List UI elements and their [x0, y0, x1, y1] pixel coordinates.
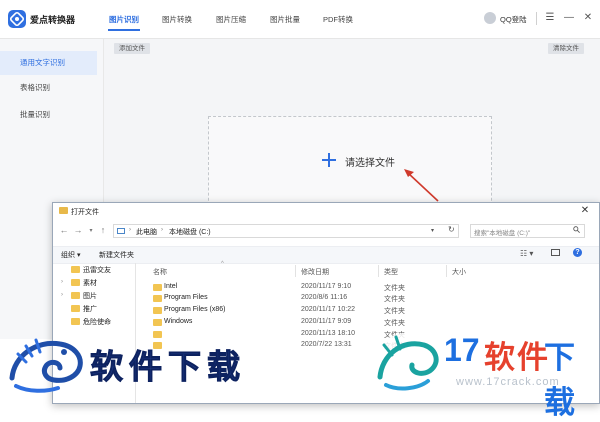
choose-file-label[interactable]: 请选择文件: [345, 154, 395, 169]
new-folder-button[interactable]: 新建文件夹: [99, 250, 134, 260]
sidebar-item-batch-ocr[interactable]: 批量识别: [0, 103, 97, 127]
folder-icon: [59, 207, 68, 214]
file-row[interactable]: Program Files 2020/8/6 11:16 文件夹: [153, 294, 593, 304]
sidebar-item-general-ocr[interactable]: 通用文字识别: [0, 51, 97, 75]
folder-icon: [153, 284, 162, 291]
breadcrumb-separator: ›: [129, 227, 131, 233]
watermark-url: www.17crack.com: [456, 376, 560, 388]
search-icon[interactable]: [573, 226, 580, 233]
column-header-name[interactable]: 名称: [153, 267, 167, 277]
dialog-toolbar: [53, 246, 599, 264]
watermark-dragon-logo-icon: [375, 333, 439, 393]
address-dropdown-icon[interactable]: ▾: [431, 227, 434, 234]
close-button[interactable]: ✕: [581, 11, 595, 25]
back-arrow-icon[interactable]: ←: [59, 225, 69, 235]
folder-icon: [71, 318, 80, 325]
file-row[interactable]: Program Files (x86) 2020/11/17 10:22 文件夹: [153, 306, 593, 316]
folder-icon: [71, 266, 80, 273]
address-bar[interactable]: [113, 224, 459, 238]
file-row[interactable]: Intel 2020/11/17 9:10 文件夹: [153, 283, 593, 293]
clear-files-button[interactable]: 清除文件: [548, 43, 584, 54]
breadcrumb-this-pc[interactable]: 此电脑: [136, 227, 157, 237]
history-dropdown-icon[interactable]: ▾: [86, 227, 96, 234]
search-placeholder: 搜索"本地磁盘 (C:)": [474, 230, 531, 237]
app-title: 爱点转换器: [30, 15, 76, 25]
folder-icon: [71, 292, 80, 299]
watermark-dragon-logo-icon: [9, 338, 83, 393]
computer-icon: [117, 228, 125, 234]
tab-image-recognition[interactable]: 图片识别: [109, 14, 139, 25]
column-divider[interactable]: [295, 265, 296, 277]
folder-icon: [153, 295, 162, 302]
organize-button[interactable]: 组织 ▾: [61, 250, 80, 260]
menu-icon[interactable]: ☰: [543, 11, 557, 25]
annotation-arrow-icon: [404, 169, 439, 202]
tab-image-convert[interactable]: 图片转换: [162, 14, 192, 25]
sidebar-item-table-ocr[interactable]: 表格识别: [0, 76, 97, 100]
watermark-left-text: 软件下载: [90, 347, 246, 387]
preview-pane-icon[interactable]: [551, 249, 560, 256]
column-header-type[interactable]: 类型: [384, 267, 398, 277]
expand-chevron-icon[interactable]: ›: [61, 279, 63, 285]
divider: [536, 12, 537, 25]
dialog-title: 打开文件: [71, 209, 99, 216]
folder-icon: [153, 331, 162, 338]
user-avatar-icon[interactable]: [484, 12, 496, 24]
up-arrow-icon[interactable]: ↑: [98, 225, 108, 235]
dialog-close-button[interactable]: ✕: [577, 204, 593, 218]
app-logo-icon: [8, 10, 26, 28]
folder-icon: [153, 319, 162, 326]
add-file-button[interactable]: 添加文件: [114, 43, 150, 54]
tab-image-batch[interactable]: 图片批量: [270, 14, 300, 25]
sort-caret-icon: ^: [221, 261, 224, 267]
refresh-icon[interactable]: ↻: [448, 225, 455, 234]
folder-icon: [71, 279, 80, 286]
tab-pdf-convert[interactable]: PDF转换: [323, 14, 353, 25]
watermark-right-number: 17: [444, 332, 480, 368]
breadcrumb-separator: ›: [161, 227, 163, 233]
column-divider[interactable]: [378, 265, 379, 277]
view-options-icon[interactable]: ☷ ▾: [520, 249, 533, 258]
folder-icon: [153, 307, 162, 314]
folder-icon: [71, 305, 80, 312]
column-header-size[interactable]: 大小: [452, 267, 466, 277]
plus-icon[interactable]: [322, 153, 336, 167]
watermark-right-text-red: 软件: [484, 340, 550, 375]
tab-image-compress[interactable]: 图片压缩: [216, 14, 246, 25]
help-icon[interactable]: ?: [573, 248, 582, 257]
expand-chevron-icon[interactable]: ›: [61, 292, 63, 298]
qq-login-link[interactable]: QQ登陆: [500, 14, 527, 25]
column-divider[interactable]: [446, 265, 447, 277]
active-tab-indicator: [108, 29, 140, 31]
breadcrumb-local-disk[interactable]: 本地磁盘 (C:): [169, 227, 211, 237]
column-header-date[interactable]: 修改日期: [301, 267, 329, 277]
minimize-button[interactable]: —: [562, 11, 576, 25]
dialog-title-bar: [53, 203, 599, 220]
forward-arrow-icon[interactable]: →: [73, 225, 83, 235]
